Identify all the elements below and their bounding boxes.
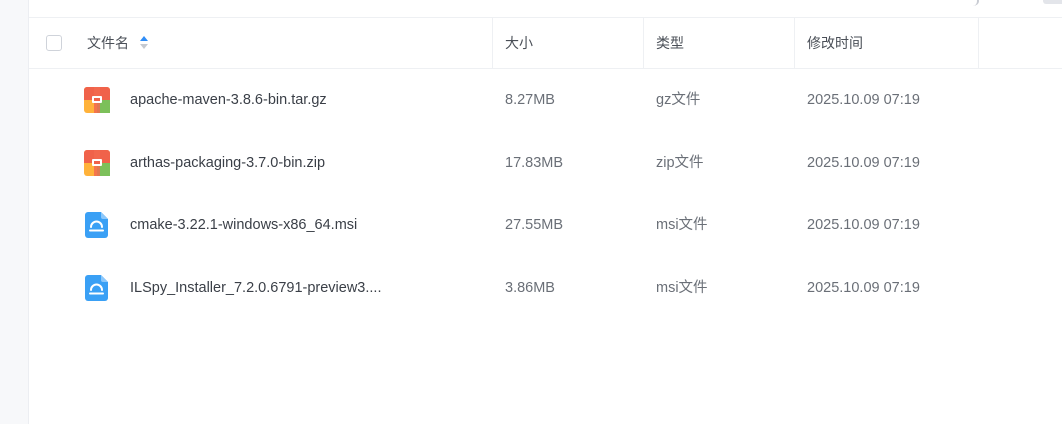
toolbar-button-edge[interactable] xyxy=(1043,0,1062,4)
column-divider[interactable] xyxy=(978,18,979,68)
file-table: 文件名 大小 类型 修改时间 apache-maven-3.8.6-bin.ta… xyxy=(29,18,1062,319)
column-header-name[interactable]: 文件名 xyxy=(87,18,148,68)
select-all-checkbox[interactable] xyxy=(46,35,62,51)
table-row[interactable]: ILSpy_Installer_7.2.0.6791-preview3.... … xyxy=(29,257,1062,320)
file-size: 17.83MB xyxy=(505,154,564,171)
file-modified: 2025.10.09 07:19 xyxy=(807,217,920,233)
table-row[interactable]: arthas-packaging-3.7.0-bin.zip 17.83MB z… xyxy=(29,132,1062,195)
file-modified: 2025.10.09 07:19 xyxy=(807,279,920,296)
sort-ascending-icon[interactable] xyxy=(140,36,148,50)
archive-icon xyxy=(84,87,110,113)
file-size: 27.55MB xyxy=(505,217,564,233)
file-modified: 2025.10.09 07:19 xyxy=(807,154,920,171)
file-name[interactable]: ILSpy_Installer_7.2.0.6791-preview3.... xyxy=(130,257,381,319)
table-header: 文件名 大小 类型 修改时间 xyxy=(29,18,1062,69)
file-size: 8.27MB xyxy=(505,92,555,108)
file-size: 3.86MB xyxy=(505,279,555,296)
refresh-icon[interactable] xyxy=(967,0,979,6)
column-divider[interactable] xyxy=(794,18,795,68)
column-header-size[interactable]: 大小 xyxy=(505,18,533,68)
file-type: gz文件 xyxy=(656,92,701,108)
file-name[interactable]: arthas-packaging-3.7.0-bin.zip xyxy=(130,132,325,194)
table-row[interactable]: apache-maven-3.8.6-bin.tar.gz 8.27MB gz文… xyxy=(29,69,1062,132)
archive-icon xyxy=(84,149,110,176)
column-header-name-label: 文件名 xyxy=(87,35,129,51)
installer-icon xyxy=(85,212,108,238)
top-toolbar-edge xyxy=(29,0,1062,18)
column-divider[interactable] xyxy=(492,18,493,68)
column-header-modified[interactable]: 修改时间 xyxy=(807,18,863,68)
column-divider[interactable] xyxy=(643,18,644,68)
table-row[interactable]: cmake-3.22.1-windows-x86_64.msi 27.55MB … xyxy=(29,194,1062,257)
file-name[interactable]: cmake-3.22.1-windows-x86_64.msi xyxy=(130,194,357,256)
installer-icon xyxy=(85,274,108,301)
left-sidebar-edge xyxy=(0,0,29,424)
file-modified: 2025.10.09 07:19 xyxy=(807,92,920,108)
file-type: zip文件 xyxy=(656,154,704,171)
file-type: msi文件 xyxy=(656,279,708,296)
column-header-type[interactable]: 类型 xyxy=(656,18,684,68)
file-type: msi文件 xyxy=(656,217,708,233)
file-name[interactable]: apache-maven-3.8.6-bin.tar.gz xyxy=(130,69,327,131)
